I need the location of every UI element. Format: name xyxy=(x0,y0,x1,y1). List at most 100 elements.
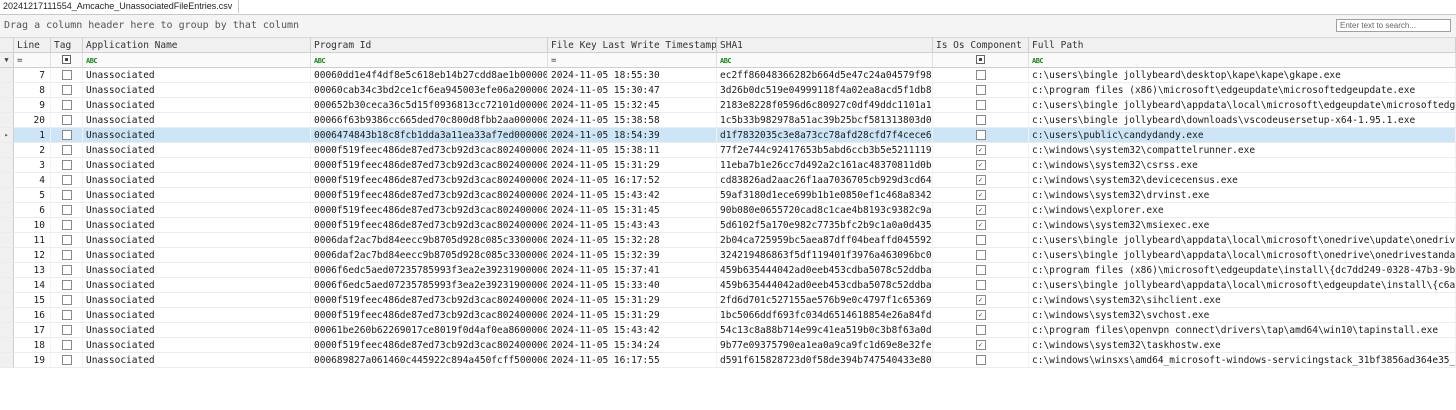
checkbox[interactable]: ✓ xyxy=(975,144,986,155)
cell-tag[interactable] xyxy=(51,173,83,188)
table-row[interactable]: 2 Unassociated 0000f519feec486de87ed73cb92… xyxy=(0,143,1456,158)
checkbox[interactable] xyxy=(61,219,72,230)
table-row[interactable]: 3 Unassociated 0000f519feec486de87ed73cb92… xyxy=(0,158,1456,173)
checkbox[interactable]: ✓ xyxy=(975,294,986,305)
cell-is-os-component[interactable] xyxy=(933,128,1029,143)
cell-is-os-component[interactable] xyxy=(933,353,1029,368)
row-indicator[interactable] xyxy=(0,158,14,173)
table-row[interactable]: 12 Unassociated 0006daf2ac7bd84eecc9b8705d… xyxy=(0,248,1456,263)
table-row[interactable]: 17 Unassociated 00061be260b62269017ce8019f… xyxy=(0,323,1456,338)
cell-is-os-component[interactable] xyxy=(933,68,1029,83)
table-row[interactable]: 8 Unassociated 00060cab34c3bd2ce1cf6ea9450… xyxy=(0,83,1456,98)
cell-is-os-component[interactable] xyxy=(933,83,1029,98)
column-header-tag[interactable]: Tag xyxy=(51,38,83,53)
cell-tag[interactable] xyxy=(51,83,83,98)
filter-line[interactable]: = xyxy=(14,53,51,68)
row-indicator[interactable] xyxy=(0,308,14,323)
column-header-is-os-component[interactable]: Is Os Component xyxy=(933,38,1029,53)
cell-tag[interactable] xyxy=(51,113,83,128)
filter-full-path[interactable]: ABC xyxy=(1029,53,1456,68)
checkbox[interactable] xyxy=(975,129,986,140)
column-header-timestamp[interactable]: File Key Last Write Timestamp xyxy=(548,38,717,53)
cell-tag[interactable] xyxy=(51,323,83,338)
checkbox[interactable] xyxy=(61,234,72,245)
row-indicator[interactable] xyxy=(0,233,14,248)
row-indicator[interactable] xyxy=(0,188,14,203)
checkbox[interactable]: ✓ xyxy=(975,159,986,170)
cell-is-os-component[interactable]: ✓ xyxy=(933,338,1029,353)
table-row[interactable]: 14 Unassociated 0006f6edc5aed07235785993f3… xyxy=(0,278,1456,293)
cell-tag[interactable] xyxy=(51,308,83,323)
table-row[interactable]: 9 Unassociated 000652b30ceca36c5d15f093681… xyxy=(0,98,1456,113)
row-indicator[interactable] xyxy=(0,248,14,263)
row-indicator[interactable] xyxy=(0,263,14,278)
checkbox[interactable] xyxy=(61,69,72,80)
checkbox[interactable]: ✓ xyxy=(975,339,986,350)
checkbox[interactable]: ✓ xyxy=(975,219,986,230)
cell-tag[interactable] xyxy=(51,158,83,173)
checkbox[interactable] xyxy=(61,114,72,125)
checkbox[interactable] xyxy=(61,84,72,95)
cell-is-os-component[interactable] xyxy=(933,323,1029,338)
cell-is-os-component[interactable] xyxy=(933,113,1029,128)
checkbox[interactable] xyxy=(975,279,986,290)
row-indicator[interactable] xyxy=(0,113,14,128)
checkbox[interactable] xyxy=(61,249,72,260)
table-row[interactable]: 20 Unassociated 00066f63b9386cc665ded70c80… xyxy=(0,113,1456,128)
cell-is-os-component[interactable] xyxy=(933,233,1029,248)
checkbox[interactable] xyxy=(61,354,72,365)
cell-tag[interactable] xyxy=(51,98,83,113)
cell-is-os-component[interactable]: ✓ xyxy=(933,143,1029,158)
table-row[interactable]: 6 Unassociated 0000f519feec486de87ed73cb92… xyxy=(0,203,1456,218)
cell-tag[interactable] xyxy=(51,68,83,83)
row-indicator[interactable] xyxy=(0,218,14,233)
checkbox[interactable] xyxy=(61,129,72,140)
filter-funnel-icon[interactable]: ▼ xyxy=(0,53,14,68)
search-input[interactable] xyxy=(1336,19,1451,32)
checkbox[interactable] xyxy=(61,144,72,155)
cell-tag[interactable] xyxy=(51,338,83,353)
group-by-panel[interactable]: Drag a column header here to group by th… xyxy=(0,15,1456,38)
column-header-program-id[interactable]: Program Id xyxy=(311,38,548,53)
cell-tag[interactable] xyxy=(51,293,83,308)
cell-is-os-component[interactable]: ✓ xyxy=(933,308,1029,323)
cell-tag[interactable] xyxy=(51,188,83,203)
table-row[interactable]: 16 Unassociated 0000f519feec486de87ed73cb9… xyxy=(0,308,1456,323)
filter-sha1[interactable]: ABC xyxy=(717,53,933,68)
cell-is-os-component[interactable] xyxy=(933,248,1029,263)
row-indicator[interactable]: ▸ xyxy=(0,128,14,143)
cell-tag[interactable] xyxy=(51,263,83,278)
checkbox[interactable] xyxy=(61,309,72,320)
checkbox[interactable] xyxy=(61,204,72,215)
checkbox[interactable] xyxy=(61,189,72,200)
checkbox[interactable] xyxy=(61,294,72,305)
checkbox[interactable] xyxy=(61,99,72,110)
table-row[interactable]: 10 Unassociated 0000f519feec486de87ed73cb9… xyxy=(0,218,1456,233)
cell-is-os-component[interactable] xyxy=(933,98,1029,113)
column-header-line[interactable]: Line xyxy=(14,38,51,53)
checkbox[interactable]: ✓ xyxy=(975,174,986,185)
table-row[interactable]: 5 Unassociated 0000f519feec486de87ed73cb92… xyxy=(0,188,1456,203)
cell-is-os-component[interactable] xyxy=(933,263,1029,278)
checkbox[interactable]: ✓ xyxy=(975,309,986,320)
checkbox[interactable]: ✓ xyxy=(975,204,986,215)
row-indicator[interactable] xyxy=(0,323,14,338)
row-indicator[interactable] xyxy=(0,203,14,218)
cell-is-os-component[interactable]: ✓ xyxy=(933,188,1029,203)
row-indicator[interactable] xyxy=(0,143,14,158)
table-row[interactable]: 13 Unassociated 0006f6edc5aed07235785993f3… xyxy=(0,263,1456,278)
cell-tag[interactable] xyxy=(51,128,83,143)
row-indicator[interactable] xyxy=(0,68,14,83)
row-indicator[interactable] xyxy=(0,293,14,308)
table-row[interactable]: 18 Unassociated 0000f519feec486de87ed73cb9… xyxy=(0,338,1456,353)
checkbox[interactable] xyxy=(975,324,986,335)
row-indicator[interactable] xyxy=(0,338,14,353)
checkbox[interactable] xyxy=(61,279,72,290)
checkbox[interactable] xyxy=(975,84,986,95)
checkbox[interactable] xyxy=(61,264,72,275)
filter-is-os-component[interactable] xyxy=(933,53,1029,68)
cell-tag[interactable] xyxy=(51,353,83,368)
checkbox[interactable] xyxy=(975,69,986,80)
filter-application-name[interactable]: ABC xyxy=(83,53,311,68)
cell-is-os-component[interactable] xyxy=(933,278,1029,293)
